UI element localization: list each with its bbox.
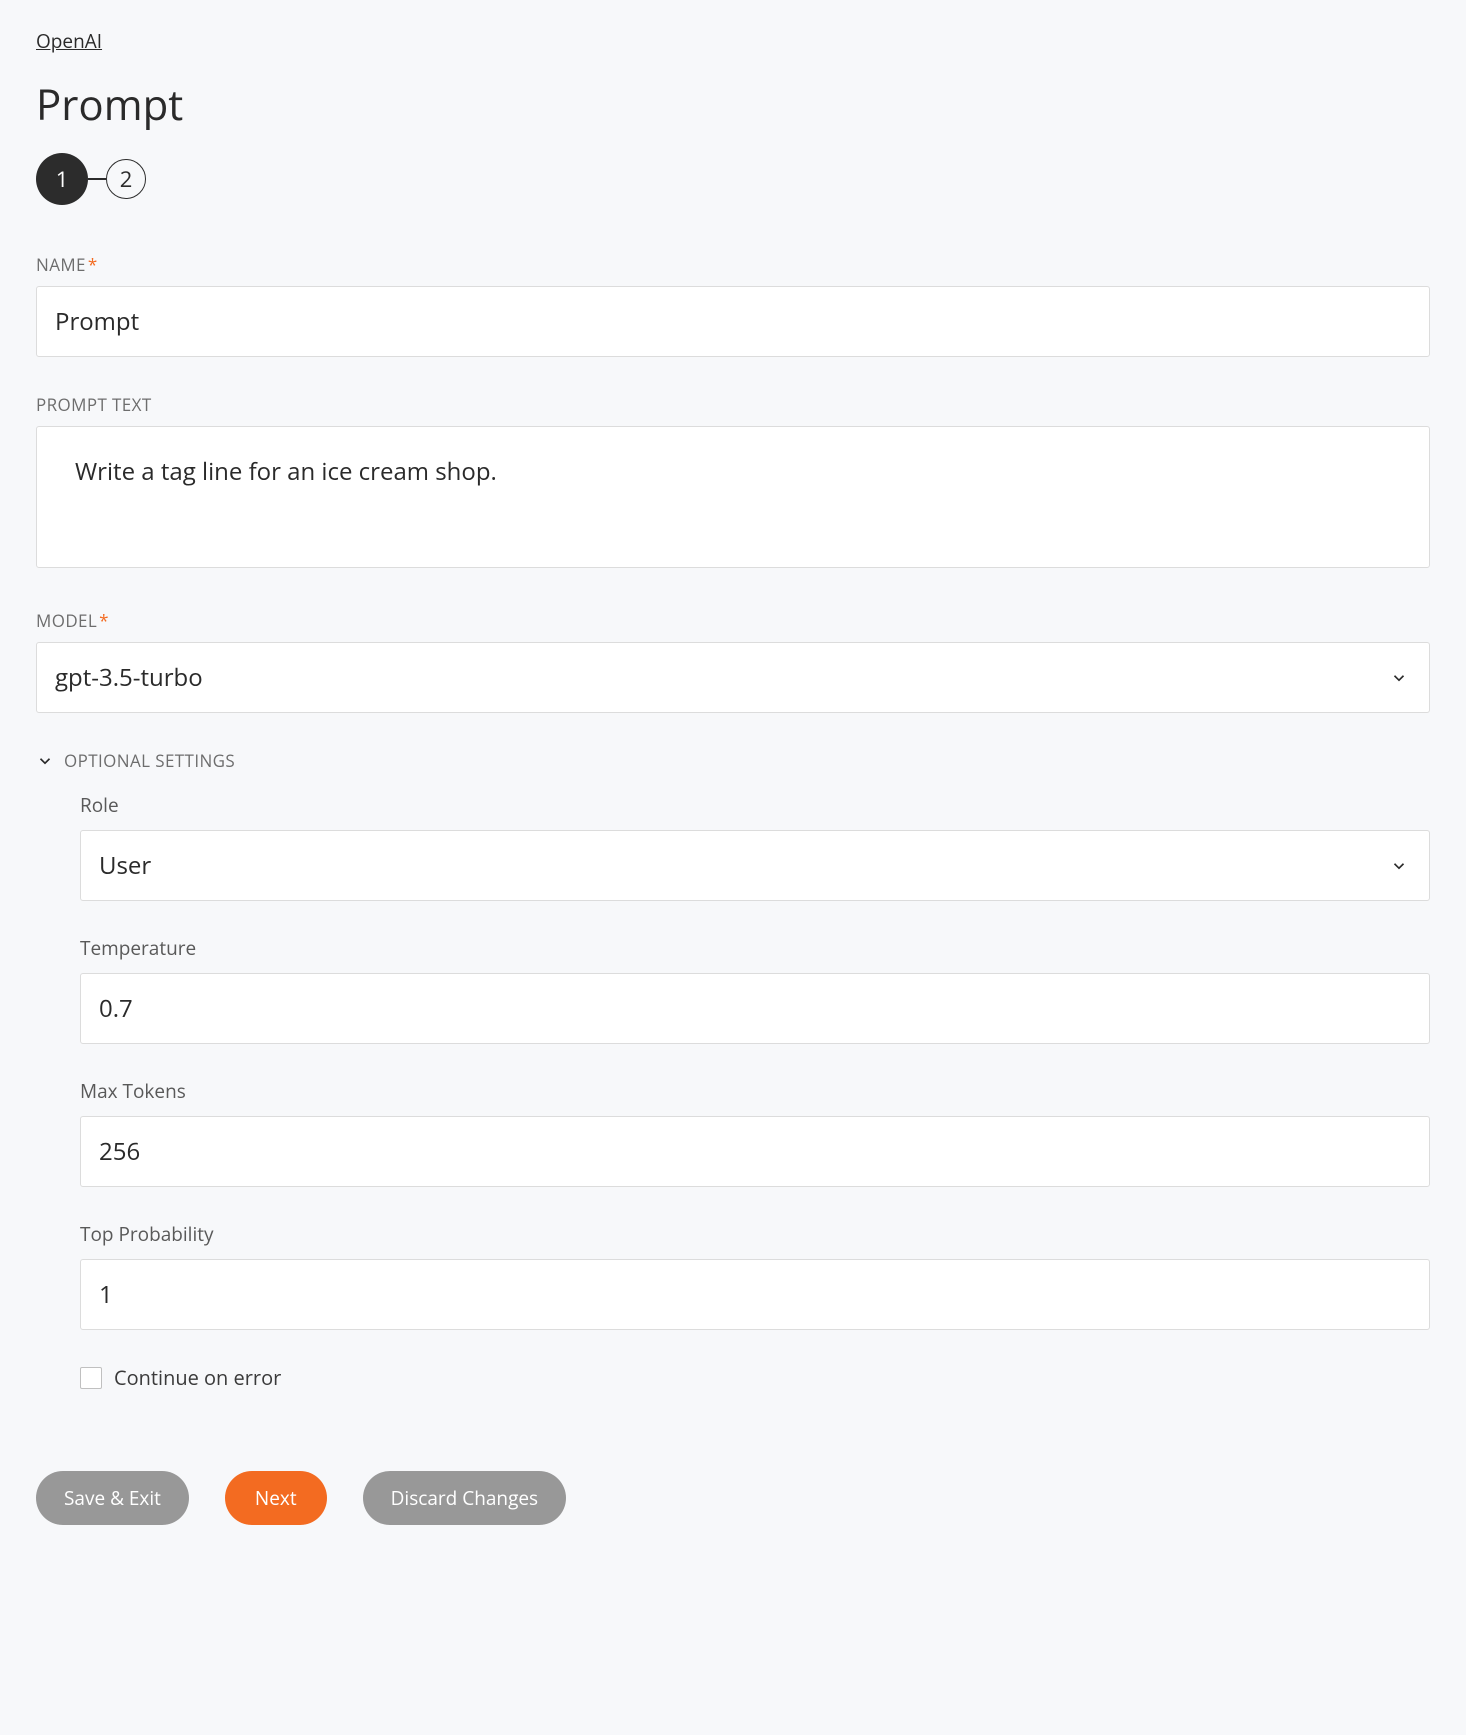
- name-label: NAME*: [36, 253, 1430, 276]
- footer-actions: Save & Exit Next Discard Changes: [36, 1471, 1430, 1525]
- save-exit-button[interactable]: Save & Exit: [36, 1471, 189, 1525]
- discard-button[interactable]: Discard Changes: [363, 1471, 567, 1525]
- chevron-down-icon: [36, 752, 54, 770]
- required-asterisk: *: [99, 609, 109, 632]
- optional-settings-label: OPTIONAL SETTINGS: [64, 749, 235, 772]
- page-title: Prompt: [36, 76, 1430, 133]
- continue-on-error-label: Continue on error: [114, 1364, 281, 1391]
- top-probability-field[interactable]: [80, 1259, 1430, 1330]
- max-tokens-field[interactable]: [80, 1116, 1430, 1187]
- model-label: MODEL*: [36, 609, 1430, 632]
- prompt-text-label: PROMPT TEXT: [36, 393, 1430, 416]
- step-1[interactable]: 1: [36, 153, 88, 205]
- max-tokens-label: Max Tokens: [80, 1078, 1430, 1104]
- name-field[interactable]: [36, 286, 1430, 357]
- role-label: Role: [80, 792, 1430, 818]
- continue-on-error-checkbox[interactable]: [80, 1367, 102, 1389]
- top-probability-label: Top Probability: [80, 1221, 1430, 1247]
- role-select[interactable]: [80, 830, 1430, 901]
- step-connector: [88, 178, 106, 180]
- model-label-text: MODEL: [36, 609, 97, 632]
- required-asterisk: *: [88, 253, 98, 276]
- name-label-text: NAME: [36, 253, 86, 276]
- breadcrumb[interactable]: OpenAI: [36, 28, 102, 54]
- stepper: 1 2: [36, 153, 1430, 205]
- next-button[interactable]: Next: [225, 1471, 327, 1525]
- model-select[interactable]: [36, 642, 1430, 713]
- temperature-label: Temperature: [80, 935, 1430, 961]
- temperature-field[interactable]: [80, 973, 1430, 1044]
- step-2[interactable]: 2: [106, 159, 146, 199]
- prompt-text-field[interactable]: Write a tag line for an ice cream shop.: [36, 426, 1430, 568]
- optional-settings-toggle[interactable]: OPTIONAL SETTINGS: [36, 749, 1430, 772]
